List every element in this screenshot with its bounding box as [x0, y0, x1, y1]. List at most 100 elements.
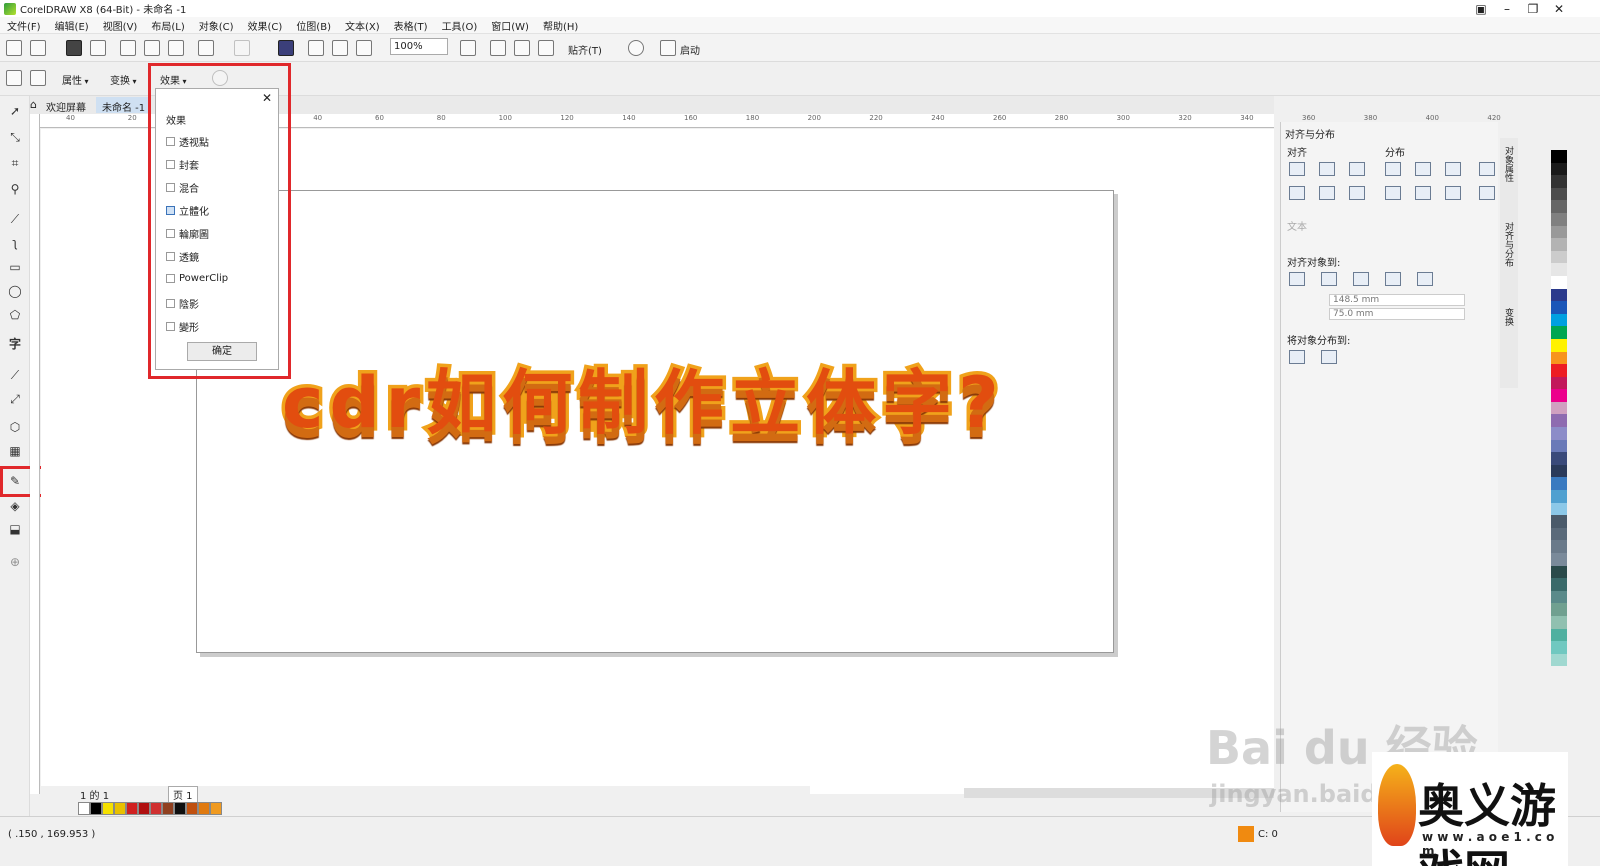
color-swatch[interactable]	[1551, 578, 1567, 591]
distribute-top-icon[interactable]	[1385, 186, 1401, 200]
distribute-space-v-icon[interactable]	[1479, 186, 1495, 200]
show-guidelines-icon[interactable]	[538, 40, 554, 56]
align-right-icon[interactable]	[1349, 162, 1365, 176]
checkbox-box[interactable]	[166, 206, 175, 215]
crop-tool-icon[interactable]: ⌗	[6, 154, 24, 172]
color-swatch[interactable]	[1551, 326, 1567, 339]
color-swatch[interactable]	[1551, 263, 1567, 276]
document-color-swatch[interactable]	[150, 802, 162, 815]
color-swatch[interactable]	[1551, 515, 1567, 528]
color-swatch[interactable]	[1551, 414, 1567, 428]
color-swatch[interactable]	[1551, 238, 1567, 251]
undo-icon[interactable]	[198, 40, 214, 56]
tab-transform[interactable]: 变换	[1503, 308, 1515, 326]
options-gear-icon[interactable]	[628, 40, 644, 56]
menu-effects[interactable]: 效果(C)	[241, 18, 290, 33]
connector-tool-icon[interactable]: ⤢	[6, 390, 24, 408]
menu-table[interactable]: 表格(T)	[387, 18, 435, 33]
save-icon[interactable]	[66, 40, 82, 56]
snap-dropdown[interactable]: 贴齐(T)	[568, 42, 602, 57]
effect-powerclip-checkbox[interactable]: PowerClip	[166, 273, 228, 284]
zoom-tool-icon[interactable]: ⚲	[6, 180, 24, 198]
x-position-field[interactable]: 148.5 mm	[1329, 294, 1465, 306]
rectangle-tool-icon[interactable]: ▭	[6, 258, 24, 276]
page-tab[interactable]: 页 1	[168, 786, 198, 803]
document-color-swatch[interactable]	[78, 802, 90, 815]
full-screen-icon[interactable]	[460, 40, 476, 56]
distribute-space-h-icon[interactable]	[1479, 162, 1495, 176]
close-icon[interactable]: ✕	[1546, 0, 1572, 17]
checkbox-box[interactable]	[166, 229, 175, 238]
color-swatch[interactable]	[1551, 464, 1567, 478]
effect-contour-checkbox[interactable]: 輪廓圖	[166, 226, 209, 241]
color-swatch[interactable]	[1551, 590, 1567, 604]
restore-icon[interactable]: ❐	[1520, 0, 1546, 17]
align-specified-point-icon[interactable]	[1417, 272, 1433, 286]
effect-shadow-checkbox[interactable]: 陰影	[166, 296, 199, 311]
y-position-field[interactable]: 75.0 mm	[1329, 308, 1465, 320]
show-grid-icon[interactable]	[514, 40, 530, 56]
color-swatch[interactable]	[1551, 653, 1567, 667]
checkbox-box[interactable]	[166, 299, 175, 308]
color-swatch[interactable]	[1551, 338, 1567, 352]
color-swatch[interactable]	[1551, 427, 1567, 440]
color-swatch[interactable]	[1551, 401, 1567, 415]
align-center-h-icon[interactable]	[1319, 162, 1335, 176]
menu-layout[interactable]: 布局(L)	[144, 18, 191, 33]
import-icon[interactable]	[308, 40, 324, 56]
document-color-swatch[interactable]	[210, 802, 222, 815]
menu-window[interactable]: 窗口(W)	[484, 18, 536, 33]
launch-dropdown[interactable]: 启动	[680, 42, 700, 57]
color-swatch[interactable]	[1551, 376, 1567, 390]
document-color-swatch[interactable]	[90, 802, 102, 815]
minimize-icon[interactable]: –	[1494, 0, 1520, 17]
menu-view[interactable]: 视图(V)	[96, 18, 145, 33]
attribute-fill-icon[interactable]	[30, 70, 46, 86]
color-swatch[interactable]	[1551, 175, 1567, 188]
color-swatch[interactable]	[1551, 275, 1567, 289]
document-color-swatch[interactable]	[114, 802, 126, 815]
menu-edit[interactable]: 编辑(E)	[48, 18, 96, 33]
effect-envelope-checkbox[interactable]: 封套	[166, 157, 199, 172]
open-icon[interactable]	[30, 40, 46, 56]
color-swatch[interactable]	[1551, 565, 1567, 579]
document-color-swatch[interactable]	[174, 802, 186, 815]
checkbox-box[interactable]	[166, 322, 175, 331]
color-swatch[interactable]	[1551, 313, 1567, 327]
print-icon[interactable]	[90, 40, 106, 56]
align-page-center-icon[interactable]	[1353, 272, 1369, 286]
color-swatch[interactable]	[1551, 641, 1567, 654]
document-color-swatch[interactable]	[102, 802, 114, 815]
align-page-edge-icon[interactable]	[1321, 272, 1337, 286]
color-swatch[interactable]	[1551, 225, 1567, 239]
effect-blend-checkbox[interactable]: 混合	[166, 180, 199, 195]
color-swatch[interactable]	[1551, 490, 1567, 503]
color-swatch[interactable]	[1551, 452, 1567, 465]
color-swatch[interactable]	[1551, 502, 1567, 516]
align-bottom-icon[interactable]	[1349, 186, 1365, 200]
search-content-icon[interactable]	[278, 40, 294, 56]
distribute-selection-icon[interactable]	[1289, 350, 1305, 364]
text-tool-icon[interactable]: 字	[6, 334, 24, 352]
distribute-right-icon[interactable]	[1445, 162, 1461, 176]
color-swatch[interactable]	[1551, 200, 1567, 213]
new-document-icon[interactable]	[6, 40, 22, 56]
color-swatch[interactable]	[1551, 162, 1567, 176]
distribute-page-icon[interactable]	[1321, 350, 1337, 364]
tab-welcome-screen[interactable]: 欢迎屏幕	[40, 97, 92, 114]
align-left-icon[interactable]	[1289, 162, 1305, 176]
pick-tool-icon[interactable]: ➚	[6, 102, 24, 120]
menu-file[interactable]: 文件(F)	[0, 18, 48, 33]
copy-icon[interactable]	[144, 40, 160, 56]
menu-object[interactable]: 对象(C)	[192, 18, 241, 33]
tab-align-distribute[interactable]: 对齐与分布	[1503, 222, 1515, 267]
color-swatch[interactable]	[1551, 288, 1567, 302]
color-swatch[interactable]	[1551, 351, 1567, 365]
checkbox-box[interactable]	[166, 160, 175, 169]
distribute-left-icon[interactable]	[1385, 162, 1401, 176]
export-icon[interactable]	[332, 40, 348, 56]
eyedropper-tool-icon[interactable]	[6, 70, 22, 86]
color-swatch[interactable]	[1551, 477, 1567, 491]
polygon-tool-icon[interactable]: ⬠	[6, 306, 24, 324]
checkbox-box[interactable]	[166, 274, 175, 283]
